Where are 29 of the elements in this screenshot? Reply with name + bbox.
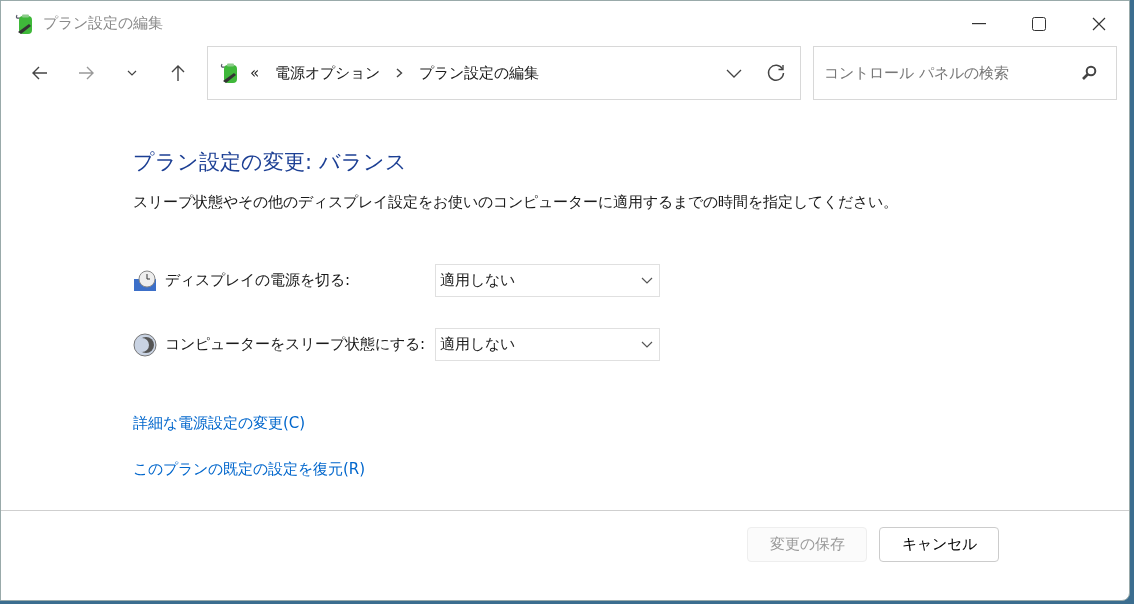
link[interactable]: このプランの既定の設定を復元(R) (133, 458, 366, 481)
description-text: スリープ状態やその他のディスプレイ設定をお使いのコンピューターに適用するまでの時間を指定してください。 (133, 192, 899, 214)
setting-label: コンピューターをスリープ状態にする: (165, 334, 427, 356)
search-field[interactable]: コントロール パネルの検索 (813, 46, 1117, 100)
window-title: プラン設定の編集 (43, 13, 163, 35)
page-heading: プラン設定の変更: バランス (133, 150, 408, 176)
link[interactable]: 詳細な電源設定の変更(C) (133, 411, 306, 435)
breadcrumb-item[interactable]: プラン設定の編集 (419, 61, 540, 85)
caret-icon (641, 277, 653, 285)
overflow-chevron[interactable]: « (250, 61, 260, 85)
dropdown[interactable]: 適用しない (435, 328, 660, 362)
close-icon (1092, 16, 1106, 31)
refresh-icon[interactable] (766, 63, 786, 83)
cancel-button[interactable]: キャンセル (879, 527, 999, 562)
dropdown[interactable]: 適用しない (435, 264, 660, 298)
address-bar[interactable]: « 電源オプション プラン設定の編集 (207, 46, 801, 100)
search-icon[interactable] (1081, 65, 1097, 81)
setting-label: ディスプレイの電源を切る: (165, 270, 352, 292)
arrow-left-icon (31, 64, 49, 82)
moon-icon (133, 332, 157, 357)
maximize-icon (1032, 16, 1046, 31)
arrow-up-icon (169, 64, 187, 82)
chevron-icon (396, 68, 404, 78)
breadcrumb-item[interactable]: 電源オプション (275, 61, 381, 85)
dropdown-icon[interactable] (726, 68, 742, 78)
monitor-clock-icon (133, 269, 157, 292)
arrow-right-icon (77, 64, 95, 82)
caret-icon (641, 341, 653, 349)
minimize-icon (972, 22, 986, 25)
